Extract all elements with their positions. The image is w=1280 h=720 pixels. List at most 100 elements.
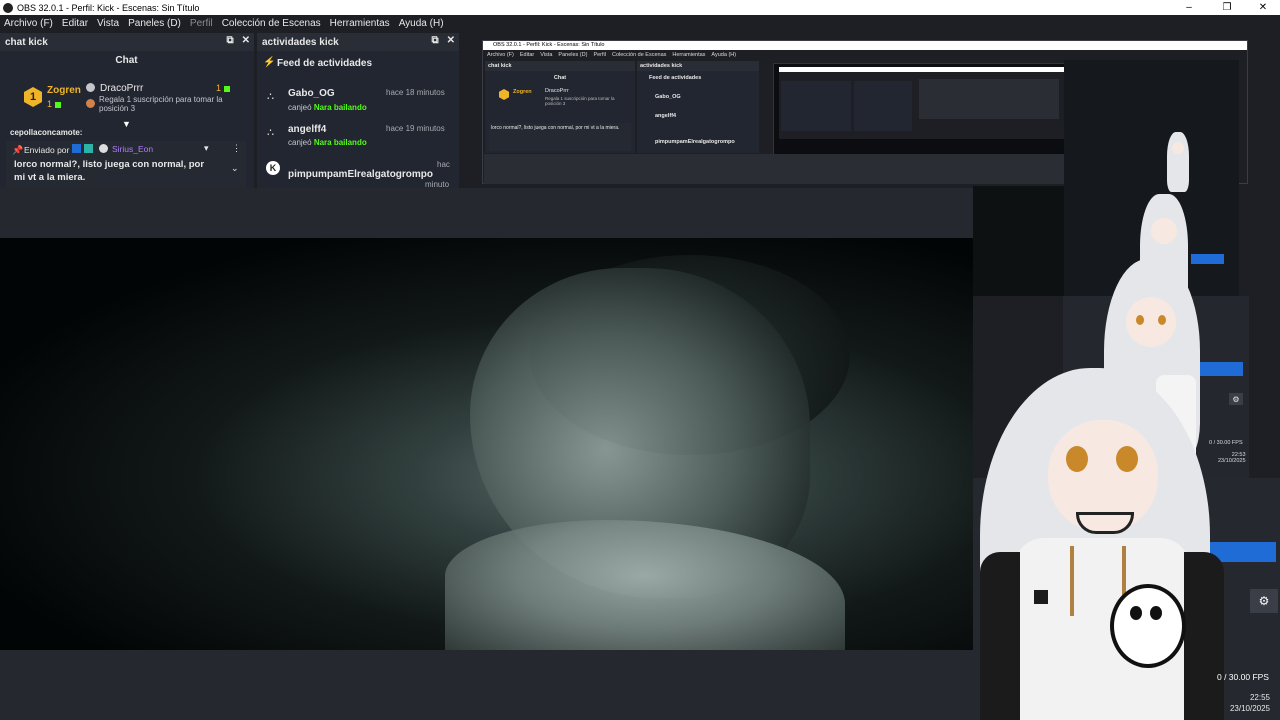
gifter-count-value: 1 bbox=[47, 99, 53, 109]
fps-status: 0 / 30.00 FPS bbox=[1217, 672, 1269, 682]
nested-nested-dock bbox=[854, 81, 912, 131]
user-avatar-icon bbox=[99, 144, 108, 153]
preview-top-band bbox=[0, 188, 973, 238]
recipient-count: 1 bbox=[216, 83, 231, 93]
user-badge-icon-2 bbox=[84, 144, 93, 153]
close-window-button[interactable]: ✕ bbox=[1250, 0, 1276, 15]
pinned-message: 📌 Enviado por Sirius_Eon ▾ ⋮ lorco norma… bbox=[6, 141, 246, 189]
gifter-count: 1 bbox=[47, 99, 62, 109]
menu-paneles[interactable]: Paneles (D) bbox=[128, 18, 181, 29]
nested-badge bbox=[499, 89, 509, 100]
nested-nested-dock bbox=[781, 81, 851, 131]
maximize-button[interactable]: ❐ bbox=[1214, 0, 1240, 15]
activity-header: Feed de actividades bbox=[277, 58, 373, 69]
avatar-drawstring bbox=[1070, 546, 1074, 616]
nested-nested-sources bbox=[919, 79, 1059, 119]
nested-menu-item: Herramientas bbox=[672, 52, 706, 58]
partial-chat-user: cepollaconcamote: bbox=[10, 128, 83, 137]
title-bar: OBS 32.0.1 - Perfil: Kick - Escenas: Sin… bbox=[0, 0, 1280, 15]
avatar-sleeve-left bbox=[980, 552, 1020, 720]
nested-activity-user: Gabo_OG bbox=[655, 94, 681, 100]
obs-app-icon bbox=[3, 2, 13, 13]
nested-gifter: Zogren bbox=[513, 89, 532, 95]
pinned-user[interactable]: Sirius_Eon bbox=[112, 144, 153, 154]
chat-dock: chat kick ⧉ ✕ Chat 1 Zogren 1 DracoPrrr … bbox=[0, 33, 254, 189]
settings-gear-icon[interactable]: ⚙ bbox=[1250, 589, 1278, 613]
menu-archivo[interactable]: Archivo (F) bbox=[4, 18, 53, 29]
menu-vista[interactable]: Vista bbox=[97, 18, 119, 29]
avatar-sleeve-right bbox=[1184, 552, 1224, 720]
nested-pinned: lorco normal?, listo juega con normal, p… bbox=[489, 123, 631, 151]
nested-recipient: DracoPrrr bbox=[545, 88, 569, 94]
chat-dock-title: chat kick bbox=[5, 36, 48, 48]
nested-menu-item: Vista bbox=[540, 52, 553, 58]
activity-time-1: hace 18 minutos bbox=[386, 88, 445, 97]
unpin-icon[interactable]: ▾ bbox=[204, 143, 209, 154]
close-dock-icon[interactable]: ✕ bbox=[242, 35, 250, 46]
nested-menu-item: Colección de Escenas bbox=[611, 52, 667, 58]
pinned-text: lorco normal?, listo juega con normal, p… bbox=[14, 159, 205, 183]
more-options-icon[interactable]: ⋮ bbox=[232, 143, 241, 154]
window-title: OBS 32.0.1 - Perfil: Kick - Escenas: Sin… bbox=[17, 2, 200, 13]
activity-dock-title: actividades kick bbox=[262, 36, 339, 48]
redeem-icon: ∴ bbox=[267, 91, 274, 103]
clock-date: 23/10/2025 bbox=[1229, 703, 1270, 713]
nested-menu: Archivo (F) Editar Vista Paneles (D) Per… bbox=[487, 52, 736, 58]
menu-herramientas[interactable]: Herramientas bbox=[330, 18, 390, 29]
menu-editar[interactable]: Editar bbox=[62, 18, 88, 29]
activity-time-2: hace 19 minutos bbox=[386, 124, 445, 133]
menu-coleccion-escenas[interactable]: Colección de Escenas bbox=[222, 18, 321, 29]
kick-logo-icon: K bbox=[266, 161, 280, 175]
nested-chat-title: chat kick bbox=[485, 61, 635, 71]
expand-chevron-icon[interactable]: ⌄ bbox=[231, 163, 239, 174]
nested-menu-item: Archivo (F) bbox=[487, 52, 514, 58]
close-dock-icon[interactable]: ✕ bbox=[447, 35, 455, 46]
minimize-button[interactable]: – bbox=[1176, 0, 1202, 15]
nested-activity-user: angelff4 bbox=[655, 113, 677, 119]
rank-2-icon bbox=[86, 83, 95, 92]
gift-message: Regala 1 suscripción para tomar la posic… bbox=[99, 95, 223, 113]
clock: 22:55 23/10/2025 bbox=[1230, 693, 1270, 715]
nested-chat-header: Chat bbox=[553, 75, 567, 81]
nested-activity-dock: actividades kick Feed de actividades Gab… bbox=[637, 61, 759, 153]
nested-activity-title: actividades kick bbox=[637, 61, 759, 71]
activity-time-3: hac bbox=[437, 160, 450, 169]
chat-header: Chat bbox=[115, 55, 138, 66]
activity-dock: actividades kick ⧉ ✕ ⚡ Feed de actividad… bbox=[257, 33, 459, 189]
undock-icon[interactable]: ⧉ bbox=[431, 35, 438, 46]
avatar-eye-left bbox=[1066, 446, 1088, 472]
gifter-name[interactable]: Zogren bbox=[47, 85, 81, 96]
panda-icon bbox=[1110, 584, 1186, 668]
activity-detail-1: canjeó Nara bailando bbox=[288, 103, 367, 112]
activity-user-3[interactable]: pimpumpamElrealgatogrompo bbox=[288, 169, 433, 180]
scroll-down-icon[interactable]: ▼ bbox=[122, 119, 131, 129]
pin-icon: 📌 bbox=[12, 145, 24, 155]
activity-user-1[interactable]: Gabo_OG bbox=[288, 88, 335, 99]
gifter-rank-badge: 1 bbox=[24, 87, 42, 107]
menu-perfil[interactable]: Perfil bbox=[190, 18, 213, 29]
nested-menu-item: Paneles (D) bbox=[558, 52, 588, 58]
nested-chat-dock: chat kick Chat Zogren DracoPrrr Regala 1… bbox=[485, 61, 635, 153]
recursive-preview-dark bbox=[973, 186, 1064, 296]
lightning-icon: ⚡ bbox=[263, 57, 276, 68]
activity-user-2[interactable]: angelff4 bbox=[288, 124, 326, 135]
menu-ayuda[interactable]: Ayuda (H) bbox=[399, 18, 444, 29]
recipient-name[interactable]: DracoPrrr bbox=[100, 83, 143, 94]
clock-time: 22:55 bbox=[1249, 693, 1270, 702]
nested-bottom-band bbox=[484, 154, 1064, 184]
activity-reward-1: Nara bailando bbox=[313, 103, 367, 112]
chat-dock-header: chat kick ⧉ ✕ bbox=[0, 33, 254, 51]
undock-icon[interactable]: ⧉ bbox=[226, 35, 233, 46]
activity-dock-header: actividades kick ⧉ ✕ bbox=[257, 33, 459, 51]
recipient-count-value: 1 bbox=[216, 83, 222, 93]
nested-activity-user: pimpumpamElrealgatogrompo bbox=[655, 139, 735, 145]
activity-detail-2: canjeó Nara bailando bbox=[288, 138, 367, 147]
kick-sub-icon bbox=[55, 101, 62, 108]
nested-menu-item: Perfil bbox=[593, 52, 606, 58]
nested-pinned-text: lorco normal?, listo juega con normal, p… bbox=[491, 125, 620, 131]
user-badge-icon bbox=[72, 144, 81, 153]
nested-activity-header: Feed de actividades bbox=[649, 75, 702, 81]
redeem-icon: ∴ bbox=[267, 127, 274, 139]
avatar-eye-right bbox=[1116, 446, 1138, 472]
nested-menu-item: Editar bbox=[519, 52, 535, 58]
